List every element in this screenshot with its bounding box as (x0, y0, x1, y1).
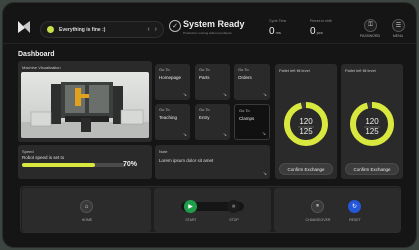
arrow-icon: ↘ (222, 132, 227, 138)
home-label: HOME (81, 218, 93, 222)
pallet-title: Pallet left fill level (279, 68, 310, 73)
pause-icon: ⏸ (315, 203, 319, 209)
play-icon: ▶ (188, 204, 193, 210)
goto-label: Go To (238, 67, 249, 72)
arrow-icon: ↘ (222, 92, 227, 98)
notes-title: Note (159, 149, 168, 154)
reset-label: RESET (349, 218, 361, 222)
page-title: Dashboard (18, 51, 55, 58)
menu-label: MENU (392, 34, 404, 38)
app-frame: Everything is fine :) ‹ › ✓ System Ready… (2, 2, 417, 248)
pallet-fill-gauge: 120 125 (350, 102, 394, 146)
pallet-max: 125 (365, 127, 379, 136)
confirm-exchange-button[interactable]: Confirm Exchange (345, 163, 399, 175)
pieces-value: 0pcs (310, 26, 323, 37)
status-message-box[interactable]: Everything is fine :) ‹ › (40, 21, 164, 38)
stop-label: STOP (229, 218, 239, 222)
lock-icon: ⚿ (368, 22, 373, 28)
machine-3d-view[interactable] (21, 72, 149, 138)
cycle-time-label: Cycle Time (269, 19, 287, 23)
control-bar: ⌂ HOME ▶ START ■ STOP ⏸ CHANGEOVER ↻ RES… (20, 186, 401, 233)
home-icon: ⌂ (84, 203, 89, 210)
check-circle-icon: ✓ (169, 20, 181, 32)
arrow-icon: ↘ (261, 131, 266, 137)
goto-homepage-label: Homepage (159, 75, 182, 80)
reset-icon: ↻ (351, 204, 358, 210)
stop-icon: ■ (231, 203, 236, 210)
machine-visualization-card: Machine Visualization (18, 61, 152, 142)
speed-card: Speed Robot speed is set to 70% (18, 145, 152, 179)
arrow-icon: ↘ (182, 92, 187, 98)
arrow-icon: ↘ (262, 92, 267, 98)
pallet-current: 120 (365, 117, 379, 126)
goto-orders-card[interactable]: Go To Orders ↘ (234, 64, 270, 100)
stop-button[interactable]: ■ (227, 200, 240, 213)
status-message: Everything is fine :) (59, 26, 106, 33)
notes-text: Lorem ipsum dolor sit amet (159, 158, 214, 163)
password-label: PASSWORD (359, 34, 381, 38)
pallet-max: 125 (299, 127, 313, 136)
header-divider (3, 43, 416, 44)
goto-homepage-card[interactable]: Go To Homepage ↘ (155, 64, 190, 100)
system-title: System Ready (183, 19, 245, 29)
home-section: ⌂ HOME (22, 188, 151, 232)
goto-teaching-label: Teaching (159, 115, 178, 120)
start-label: START (185, 218, 197, 222)
menu-icon: ☰ (395, 23, 402, 29)
speed-slider[interactable] (22, 163, 126, 167)
changeover-label: CHANGEOVER (305, 218, 331, 222)
goto-teaching-card[interactable]: Go To Teaching ↘ (155, 104, 190, 140)
goto-label: Go To (199, 67, 210, 72)
pallet-left-card: Pallet left fill level 120 125 Confirm E… (275, 64, 337, 179)
arrow-icon: ↘ (262, 171, 267, 177)
password-button[interactable]: ⚿ (364, 19, 377, 32)
speed-fill (22, 163, 95, 167)
goto-entry-card[interactable]: Go To Entry ↘ (195, 104, 230, 140)
chevron-right-icon[interactable]: › (155, 26, 157, 33)
pallet-right-card: Pallet left fill level 120 125 Confirm E… (341, 64, 403, 179)
changeover-button[interactable]: ⏸ (311, 200, 324, 213)
goto-entry-label: Entry (199, 115, 210, 120)
arrow-icon: ↘ (182, 132, 187, 138)
goto-clamps-label: Clamps (239, 116, 255, 121)
goto-label: Go To (199, 107, 210, 112)
goto-label: Go To (239, 108, 250, 113)
home-button[interactable]: ⌂ (80, 200, 93, 213)
confirm-exchange-button[interactable]: Confirm Exchange (279, 163, 333, 175)
goto-clamps-card[interactable]: Go To Clamps ↘ (234, 104, 270, 140)
goto-orders-label: Orders (238, 75, 252, 80)
machine-title: Machine Visualization (22, 65, 61, 70)
speed-title: Speed (22, 149, 34, 154)
changeover-reset-section: ⏸ CHANGEOVER ↻ RESET (274, 188, 400, 232)
chevron-left-icon[interactable]: ‹ (147, 26, 149, 33)
goto-parts-label: Parts (199, 75, 210, 80)
reset-button[interactable]: ↻ (348, 200, 361, 213)
speed-value: 70% (123, 161, 138, 168)
start-stop-section: ▶ START ■ STOP (154, 188, 271, 232)
goto-label: Go To (159, 107, 170, 112)
pallet-current: 120 (299, 117, 313, 126)
goto-parts-card[interactable]: Go To Parts ↘ (195, 64, 230, 100)
cycle-time-value: 0ms (269, 26, 281, 37)
pallet-fill-gauge: 120 125 (284, 102, 328, 146)
robot-cell-image (21, 82, 149, 138)
menu-button[interactable]: ☰ (392, 19, 405, 32)
speed-text: Robot speed is set to (22, 155, 65, 160)
pieces-label: Pieces in shift (310, 19, 332, 23)
status-dot-icon (47, 26, 54, 33)
start-button[interactable]: ▶ (184, 200, 197, 213)
goto-label: Go To (159, 67, 170, 72)
pallet-title: Pallet left fill level (345, 68, 376, 73)
system-subtitle: Production running without problems (183, 31, 232, 35)
notes-card[interactable]: Note Lorem ipsum dolor sit amet ↘ (155, 145, 270, 179)
logo-icon (18, 21, 30, 33)
